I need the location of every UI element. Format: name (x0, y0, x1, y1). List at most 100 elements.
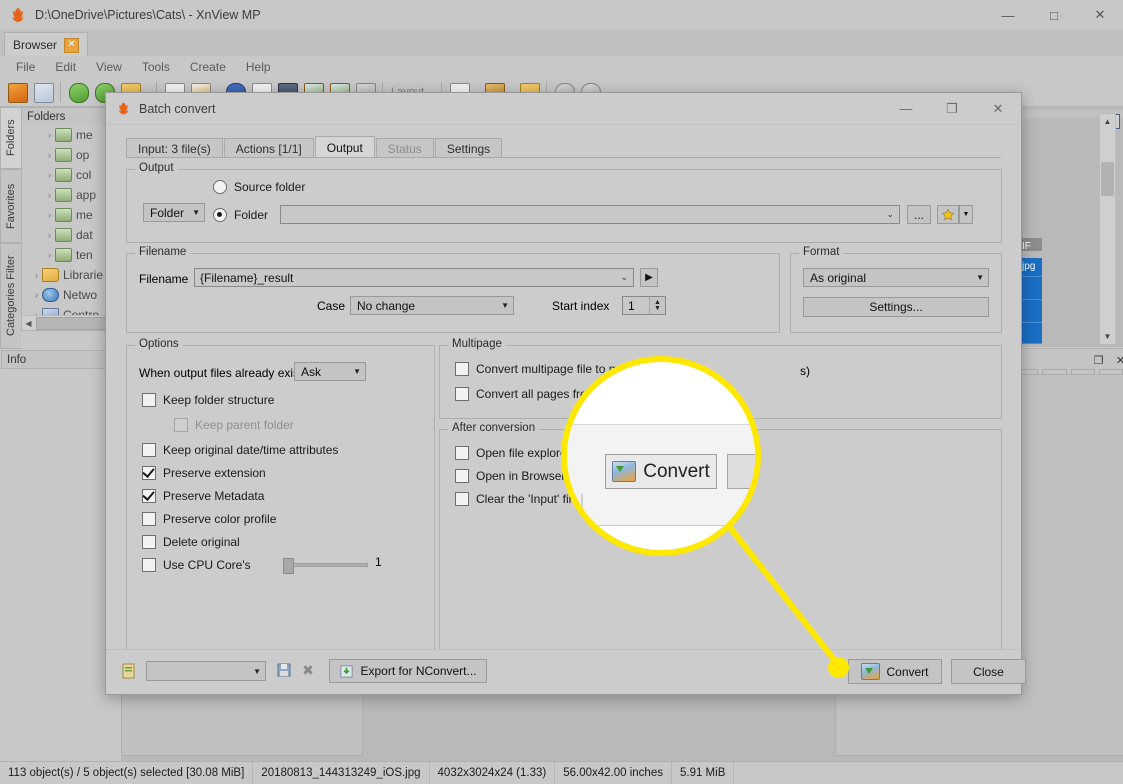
checkbox-box[interactable] (142, 535, 156, 549)
checkbox-box[interactable] (455, 446, 469, 460)
output-folder-input[interactable]: ⌄ (280, 205, 900, 224)
checkbox-preserve-metadata[interactable]: Preserve Metadata (142, 489, 264, 503)
folder-radio[interactable] (213, 208, 227, 222)
checkbox-box[interactable] (142, 466, 156, 480)
network-icon (42, 288, 59, 302)
checkbox-box[interactable] (455, 387, 469, 401)
checkbox-preserve-extension[interactable]: Preserve extension (142, 466, 266, 480)
rotate-left-icon[interactable] (66, 80, 90, 104)
spinner-arrows-icon[interactable]: ▲ ▼ (649, 297, 665, 314)
dialog-minimize-button[interactable]: — (883, 93, 929, 124)
chevron-right-icon[interactable]: › (44, 150, 55, 160)
tab-actions[interactable]: Actions [1/1] (223, 138, 314, 158)
close-button[interactable]: ✕ (1077, 0, 1123, 30)
tab-output[interactable]: Output (314, 136, 375, 158)
maximize-button[interactable]: □ (1031, 0, 1077, 30)
checkbox-delete-original[interactable]: Delete original (142, 535, 240, 549)
slider-knob[interactable] (283, 558, 294, 574)
start-index-spinner[interactable]: 1 ▲ ▼ (622, 296, 666, 315)
chevron-right-icon[interactable]: › (31, 270, 42, 280)
tab-settings[interactable]: Settings (434, 138, 503, 158)
filename-input[interactable]: {Filename}_result ⌄ (194, 268, 634, 287)
chevron-right-icon[interactable]: › (44, 230, 55, 240)
tab-close-icon[interactable]: ✕ (64, 37, 80, 53)
scroll-left-icon[interactable]: ◀ (22, 319, 35, 328)
checkbox-use-cpu-cores[interactable]: Use CPU Core's (142, 558, 251, 572)
close-dialog-button[interactable]: Close (951, 659, 1026, 684)
chevron-right-icon[interactable]: › (44, 170, 55, 180)
checkbox-box[interactable] (142, 558, 156, 572)
browse-folder-button[interactable]: ... (907, 205, 931, 224)
file-chip-selected[interactable] (1020, 323, 1042, 344)
file-chip-selected[interactable]: jpg (1020, 258, 1042, 277)
open-image-icon[interactable] (5, 80, 29, 104)
scroll-thumb[interactable] (1101, 162, 1114, 196)
checkbox-label: Preserve color profile (163, 512, 277, 526)
chevron-down-icon[interactable]: ⌄ (886, 209, 894, 220)
checkbox-keep-folder-structure[interactable]: Keep folder structure (142, 393, 274, 407)
dialog-close-button[interactable]: ✕ (975, 93, 1021, 124)
delete-icon[interactable]: ✖ (300, 662, 316, 678)
output-mode-combo[interactable]: Folder ▼ (143, 203, 205, 222)
checkbox-box[interactable] (142, 489, 156, 503)
file-list-scrollbar[interactable]: ▲ ▼ (1099, 113, 1116, 345)
checkbox-box[interactable] (142, 443, 156, 457)
checkbox-open-file-explorer[interactable]: Open file explorer (455, 446, 571, 460)
export-nconvert-button[interactable]: Export for NConvert... (329, 659, 487, 683)
dialog-maximize-button[interactable]: ❐ (929, 93, 975, 124)
menu-create[interactable]: Create (180, 58, 236, 76)
magnified-close-button[interactable] (727, 454, 755, 489)
tab-browser[interactable]: Browser ✕ (4, 32, 89, 57)
favorite-folder-group[interactable]: ▼ (937, 205, 973, 224)
file-exists-combo[interactable]: Ask ▼ (294, 362, 366, 381)
scroll-up-icon[interactable]: ▲ (1100, 114, 1115, 129)
format-settings-button[interactable]: Settings... (803, 297, 989, 317)
menu-view[interactable]: View (86, 58, 132, 76)
checkbox-open-in-browser[interactable]: Open in Browser (455, 469, 565, 483)
chevron-right-icon[interactable]: › (44, 210, 55, 220)
save-icon[interactable] (276, 662, 292, 678)
chevron-right-icon[interactable]: › (44, 130, 55, 140)
menu-tools[interactable]: Tools (132, 58, 180, 76)
vtab-folders[interactable]: Folders (0, 107, 21, 169)
menu-file[interactable]: File (6, 58, 45, 76)
folder-radio-row[interactable]: Folder (213, 208, 268, 222)
chevron-right-icon[interactable]: › (44, 250, 55, 260)
star-icon[interactable] (937, 205, 959, 224)
file-chip-selected[interactable] (1020, 300, 1042, 323)
checkbox-box[interactable] (455, 492, 469, 506)
vtab-favorites[interactable]: Favorites (0, 169, 21, 243)
file-chip-label[interactable]: IF (1020, 238, 1042, 252)
checkbox-box[interactable] (455, 362, 469, 376)
vtab-categories-filter[interactable]: Categories Filter (0, 243, 21, 349)
file-chip-selected[interactable] (1020, 277, 1042, 300)
chevron-down-icon[interactable]: ⌄ (620, 272, 628, 283)
scroll-down-icon[interactable]: ▼ (1100, 329, 1115, 344)
convert-button[interactable]: Convert (848, 659, 942, 684)
fullscreen-icon[interactable] (31, 80, 55, 104)
checkbox-preserve-color-profile[interactable]: Preserve color profile (142, 512, 276, 526)
magnified-convert-button[interactable]: Convert (605, 454, 717, 489)
chevron-right-icon[interactable]: › (31, 290, 42, 300)
checkbox-box[interactable] (455, 469, 469, 483)
checkbox-box[interactable] (142, 512, 156, 526)
magnifier-content: Convert (567, 362, 755, 550)
export-icon (339, 664, 354, 679)
case-combo[interactable]: No change ▼ (350, 296, 514, 315)
script-icon[interactable] (120, 662, 138, 680)
menu-edit[interactable]: Edit (45, 58, 86, 76)
tree-item-label: app (76, 188, 97, 202)
minimize-button[interactable]: — (985, 0, 1031, 30)
preset-combo[interactable]: ▼ (146, 661, 266, 681)
checkbox-box[interactable] (142, 393, 156, 407)
favorite-dropdown-icon[interactable]: ▼ (959, 205, 973, 224)
source-folder-radio[interactable] (213, 180, 227, 194)
format-combo[interactable]: As original ▼ (803, 268, 989, 287)
checkbox-keep-original-datetime[interactable]: Keep original date/time attributes (142, 443, 338, 457)
source-folder-radio-row[interactable]: Source folder (213, 180, 305, 194)
cpu-cores-slider[interactable] (283, 558, 368, 574)
insert-token-button[interactable]: ▶ (640, 268, 658, 287)
chevron-right-icon[interactable]: › (44, 190, 55, 200)
tab-input[interactable]: Input: 3 file(s) (126, 138, 223, 158)
menu-help[interactable]: Help (236, 58, 281, 76)
